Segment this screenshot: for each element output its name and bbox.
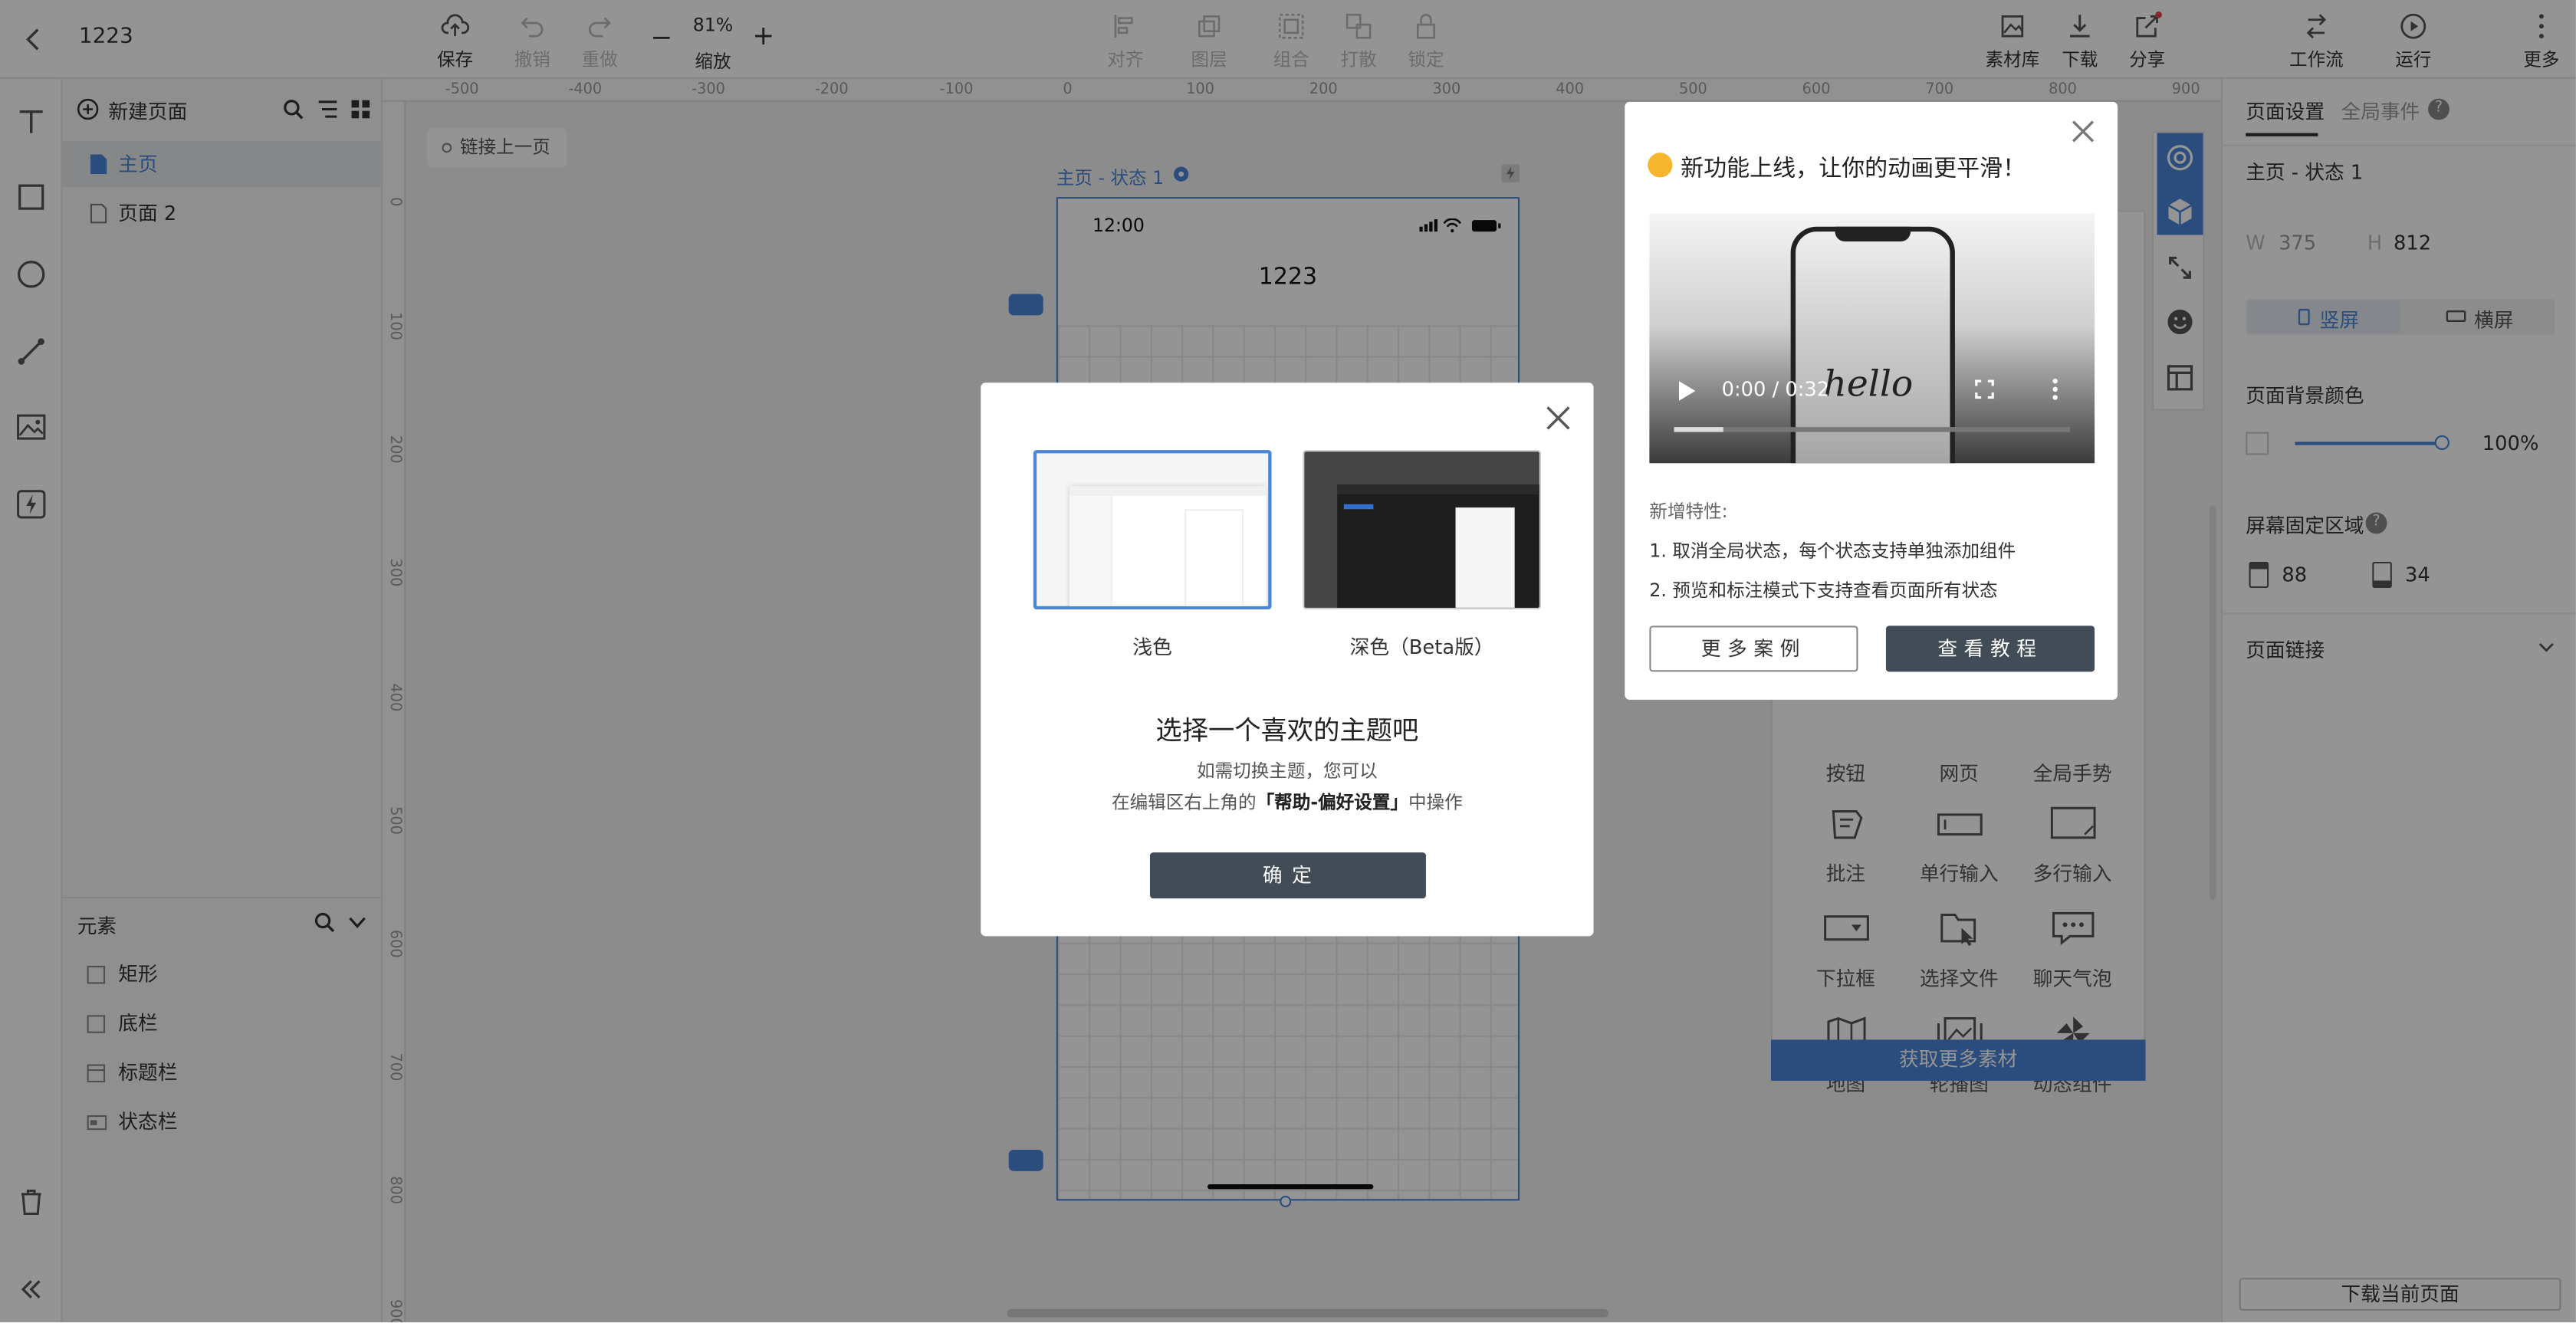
desc-post: 中操作 [1408, 791, 1463, 813]
desc-pre: 在编辑区右上角的 [1112, 791, 1257, 813]
feature-item: 1. 取消全局状态，每个状态支持单独添加组件 [1649, 540, 2016, 562]
fullscreen-icon[interactable] [1975, 379, 1995, 399]
theme-light-label[interactable]: 浅色 [1033, 632, 1272, 660]
dark-preview-active-item [1343, 504, 1374, 510]
dark-preview-header [1337, 484, 1539, 494]
light-preview-header [1069, 486, 1267, 497]
desc-bold: 「帮助-偏好设置」 [1256, 791, 1408, 813]
video-time: 0:00 / 0:32 [1721, 377, 1830, 401]
dialog-title: 选择一个喜欢的主题吧 [1155, 714, 1419, 746]
view-tutorial-button[interactable]: 查看教程 [1885, 625, 2095, 672]
light-preview-sidebar [1069, 496, 1112, 606]
confirm-button[interactable]: 确 定 [1149, 852, 1426, 899]
more-cases-button[interactable]: 更多案例 [1649, 625, 1858, 672]
theme-dark-card[interactable] [1303, 450, 1541, 609]
promo-title: 新功能上线，让你的动画更平滑！ [1681, 156, 2026, 182]
close-icon[interactable] [2072, 120, 2095, 143]
app-root: 1223 保存 撤销 重做 − 81% 缩放 + 对齐 图层 组合 打散 锁定 … [0, 0, 2576, 1322]
promo-video[interactable]: hello 0:00 / 0:32 [1649, 213, 2095, 464]
video-progress-track[interactable] [1674, 427, 2070, 432]
feature-item: 2. 预览和标注模式下支持查看页面所有状态 [1649, 579, 1998, 602]
dialog-desc-line-1: 如需切换主题，您可以 [1197, 760, 1378, 782]
light-preview-artboard [1184, 509, 1244, 606]
video-progress-fill [1674, 427, 1723, 432]
light-preview [1069, 486, 1267, 606]
theme-light-card[interactable] [1033, 450, 1272, 609]
theme-dark-label[interactable]: 深色（Beta版） [1303, 632, 1541, 660]
video-phone-notch [1835, 226, 1911, 241]
video-hello-text: hello [1823, 364, 1914, 406]
features-title: 新增特性: [1649, 501, 1728, 523]
dialog-desc-line-2: 在编辑区右上角的「帮助-偏好设置」中操作 [981, 789, 1593, 815]
theme-select-dialog: 浅色 深色（Beta版） 选择一个喜欢的主题吧 如需切换主题，您可以 在编辑区右… [981, 382, 1594, 937]
play-icon[interactable] [1678, 381, 1696, 401]
smile-emoji-icon [1648, 153, 1673, 178]
video-more-icon[interactable] [2052, 378, 2058, 401]
dark-preview-artboard [1455, 507, 1515, 608]
dark-preview [1337, 484, 1539, 608]
feature-announcement-popup: 新功能上线，让你的动画更平滑！ hello 0:00 / 0:32 新增特性: … [1625, 101, 2118, 700]
close-icon[interactable] [1546, 405, 1570, 430]
